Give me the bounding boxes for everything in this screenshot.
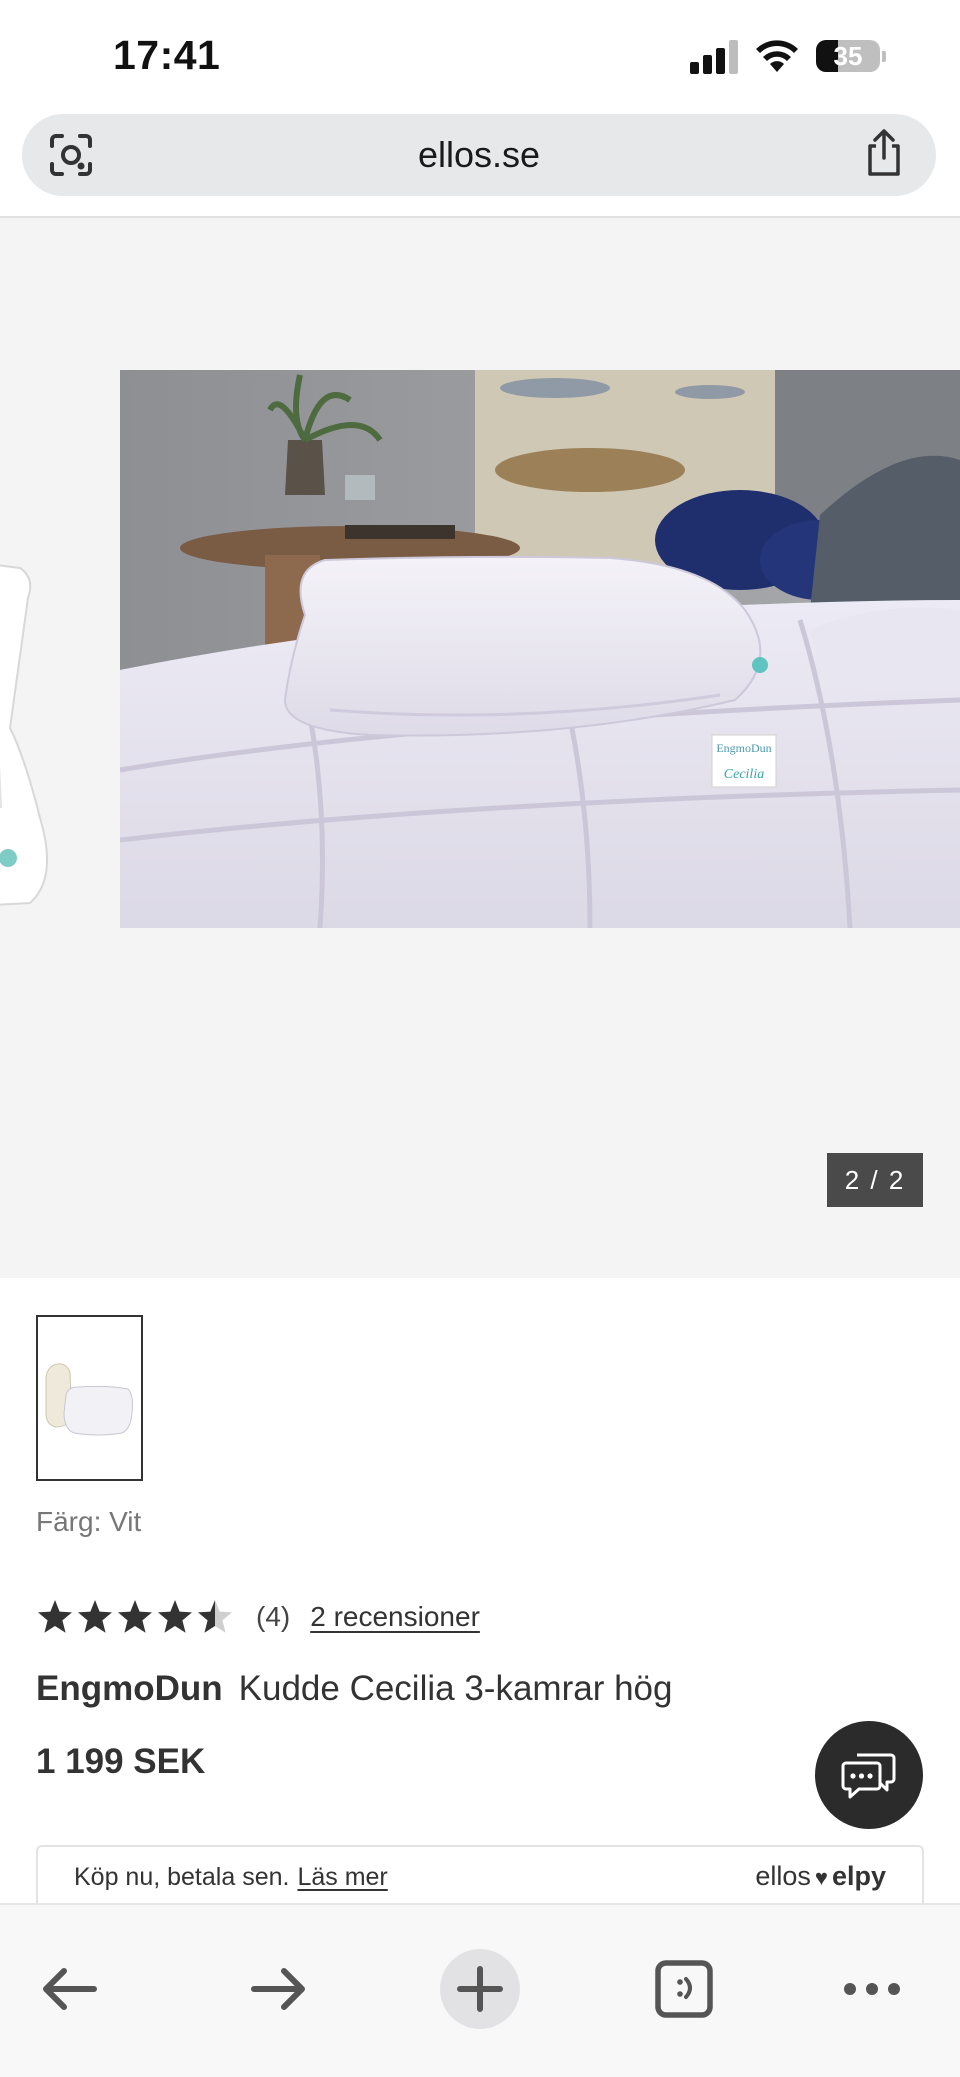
rating-stars [36, 1598, 234, 1636]
chat-button[interactable] [815, 1721, 923, 1829]
previous-image-peek[interactable] [0, 558, 90, 928]
forward-arrow-icon [251, 1968, 305, 2010]
forward-button[interactable] [236, 1949, 316, 2029]
back-button[interactable] [32, 1949, 112, 2029]
star-icon [38, 1600, 72, 1633]
star-icon [78, 1600, 112, 1633]
heart-icon: ♥ [814, 1865, 828, 1890]
tag-brand: EngmoDun [716, 741, 771, 755]
product-price: 1 199 SEK [36, 1742, 206, 1781]
cellular-signal-icon [690, 40, 740, 74]
more-button[interactable] [832, 1949, 912, 2029]
read-more-link[interactable]: Läs mer [297, 1863, 387, 1891]
product-image-gallery[interactable]: EngmoDun Cecilia 2 / 2 [0, 218, 960, 1278]
wifi-icon [756, 40, 798, 72]
back-arrow-icon [43, 1968, 97, 2010]
browser-toolbar [0, 1903, 960, 2077]
plus-icon [457, 1966, 503, 2012]
url-text[interactable]: ellos.se [22, 134, 936, 176]
new-tab-button[interactable] [440, 1949, 520, 2029]
payment-text-label: Köp nu, betala sen. [74, 1863, 290, 1891]
color-label: Färg: Vit [36, 1506, 142, 1537]
more-icon [844, 1983, 900, 1995]
reviews-link[interactable]: 2 recensioner [310, 1601, 480, 1633]
payment-text: Köp nu, betala sen. Läs mer [74, 1863, 388, 1892]
ellos-logo-text: ellos [755, 1861, 811, 1891]
address-bar[interactable]: ellos.se [22, 114, 936, 196]
star-icon [198, 1600, 232, 1633]
product-title: EngmoDun Kudde Cecilia 3-kamrar hög [36, 1669, 672, 1709]
status-bar: 17:41 35 [0, 0, 960, 110]
product-name: Kudde Cecilia 3-kamrar hög [238, 1669, 673, 1708]
share-icon[interactable] [862, 128, 906, 178]
ellos-elpy-logo: ellos ♥ elpy [755, 1861, 886, 1892]
battery-icon: 35 [816, 40, 880, 72]
rating-count: (4) [256, 1601, 291, 1632]
product-photo[interactable]: EngmoDun Cecilia [120, 370, 960, 928]
elpy-logo-text: elpy [831, 1861, 886, 1891]
battery-cap [882, 51, 886, 62]
image-counter: 2 / 2 [827, 1153, 923, 1207]
tabs-icon [655, 1960, 713, 2018]
star-icon [158, 1600, 192, 1633]
brand-name[interactable]: EngmoDun [36, 1669, 223, 1708]
battery-level: 35 [833, 41, 863, 71]
rating-row: (4) 2 recensioner [36, 1595, 480, 1639]
status-time: 17:41 [113, 32, 221, 78]
star-icon [118, 1600, 152, 1633]
thumbnail-image[interactable] [36, 1315, 143, 1481]
tabs-button[interactable] [644, 1949, 724, 2029]
tag-cecilia: Cecilia [724, 767, 764, 782]
chat-icon [841, 1753, 896, 1799]
